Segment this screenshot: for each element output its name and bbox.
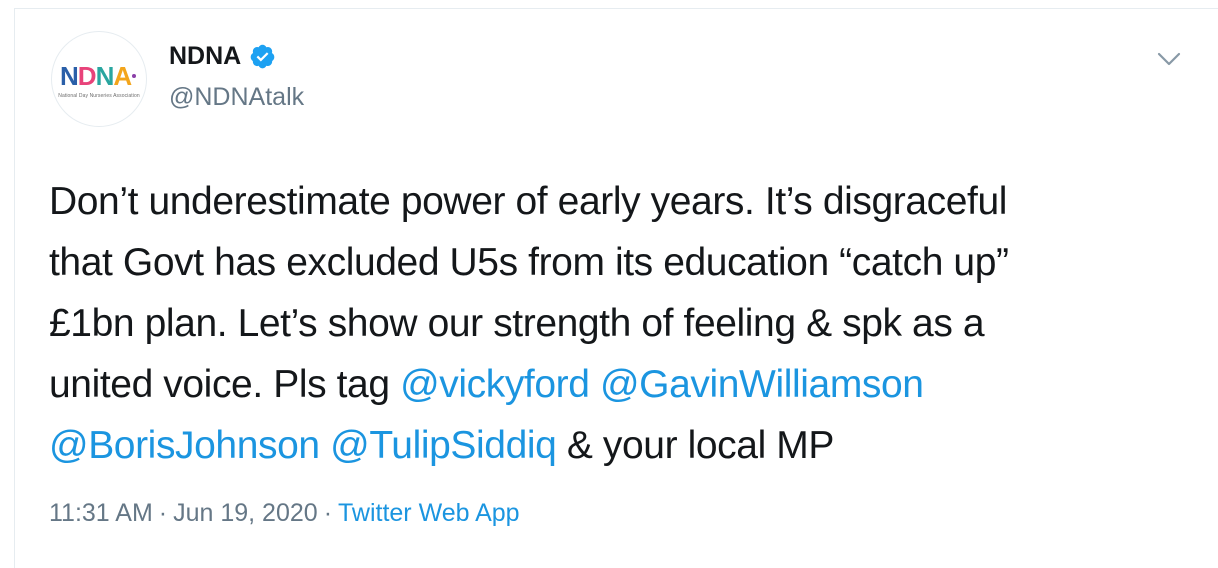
tweet-time[interactable]: 11:31 AM [49,499,153,527]
tweet-date[interactable]: Jun 19, 2020 [173,499,318,527]
ndna-logo: NDNA [60,61,136,90]
avatar[interactable]: NDNA National Day Nurseries Association [51,31,147,127]
tweet-text-segment: Don’t underestimate power of early years… [49,180,1008,223]
chevron-down-icon [1157,52,1181,66]
mention-link[interactable]: @vickyford [400,363,590,406]
tweet-text-segment: that Govt has excluded U5s from its educ… [49,241,1009,284]
verified-badge-icon [250,44,275,68]
meta-separator: · [323,499,333,527]
tweet-text-segment: united voice. Pls tag [49,363,401,406]
tweet-text-line: Don’t underestimate power of early years… [49,171,1209,232]
tweet-meta: 11:31 AM · Jun 19, 2020 · Twitter Web App [49,498,520,528]
tweet-card[interactable]: NDNA National Day Nurseries Association … [14,8,1218,568]
author-handle[interactable]: @NDNAtalk [169,82,304,112]
author-name-row: NDNA [169,41,276,71]
tweet-text-segment: & your local MP [556,424,835,467]
tweet-text-segment [320,424,330,467]
tweet-text: Don’t underestimate power of early years… [49,171,1209,476]
tweet-text-line: £1bn plan. Let’s show our strength of fe… [49,293,1209,354]
svg-text:NDNA: NDNA [60,61,132,90]
tweet-text-line: @BorisJohnson @TulipSiddiq & your local … [49,415,1209,476]
tweet-text-line: that Govt has excluded U5s from its educ… [49,232,1209,293]
author-display-name[interactable]: NDNA [169,41,241,71]
tweet-text-segment [590,363,600,406]
tweet-text-segment: £1bn plan. Let’s show our strength of fe… [49,302,985,345]
mention-link[interactable]: @GavinWilliamson [600,363,924,406]
mention-link[interactable]: @BorisJohnson [49,424,320,467]
meta-separator: · [158,499,168,527]
tweet-menu-button[interactable] [1155,45,1183,73]
mention-link[interactable]: @TulipSiddiq [330,424,557,467]
tweet-source-link[interactable]: Twitter Web App [338,499,520,527]
avatar-tagline: National Day Nurseries Association [58,92,140,99]
tweet-text-line: united voice. Pls tag @vickyford @GavinW… [49,354,1209,415]
